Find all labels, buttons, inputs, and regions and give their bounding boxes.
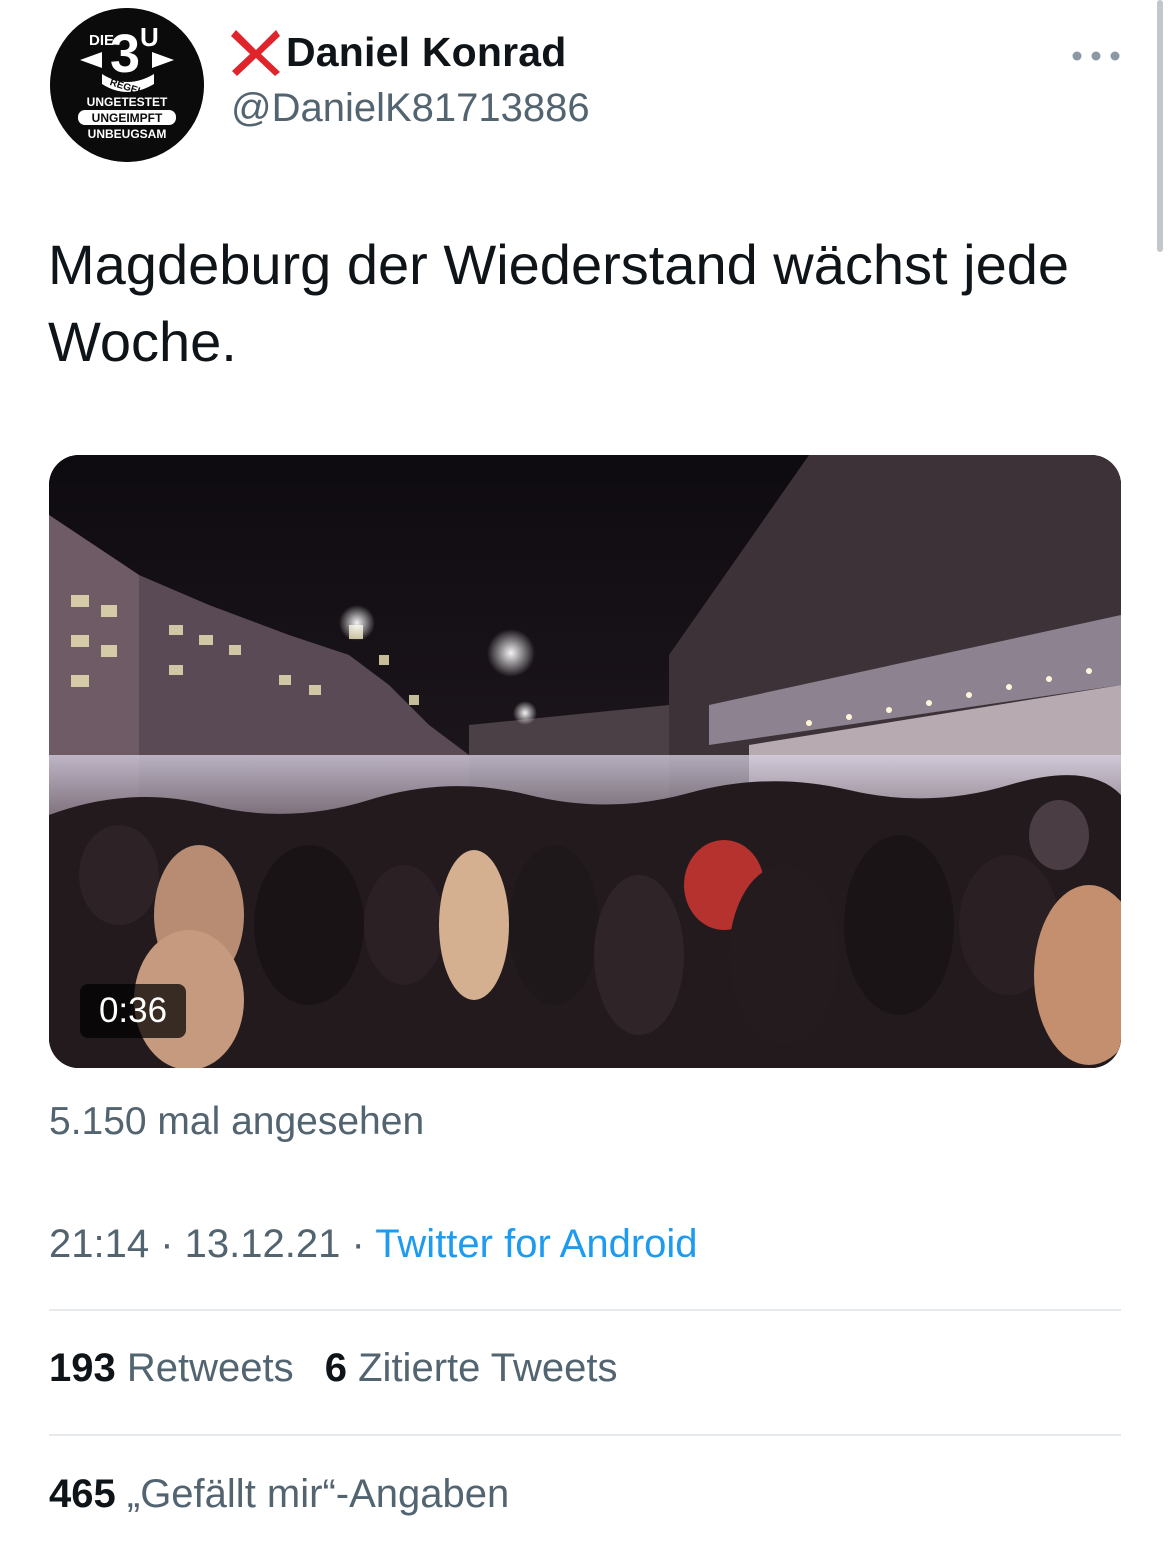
avatar-letter: U: [140, 22, 159, 52]
video-duration-badge: 0:36: [80, 984, 186, 1038]
author-name-row[interactable]: Daniel Konrad: [228, 24, 567, 80]
divider: [49, 1434, 1121, 1436]
video-player[interactable]: [49, 455, 1121, 1068]
avatar-logo: DIE 3 U REGEL UNGETESTET UNGEIMPFT UNBEU…: [50, 8, 204, 162]
quotes-stat[interactable]: 6 Zitierte Tweets: [325, 1346, 618, 1390]
video-thumbnail: [49, 455, 1121, 1068]
tweet-time[interactable]: 21:14: [49, 1222, 149, 1266]
tweet-meta: 21:14 · 13.12.21 · Twitter for Android: [49, 1222, 698, 1267]
red-x-icon: [231, 30, 280, 76]
likes-stat[interactable]: 465 „Gefällt mir“-Angaben: [49, 1472, 509, 1517]
likes-label: „Gefällt mir“-Angaben: [126, 1472, 510, 1516]
retweets-stat[interactable]: 193 Retweets: [49, 1346, 294, 1390]
tweet-source-link[interactable]: Twitter for Android: [375, 1222, 697, 1266]
retweets-label: Retweets: [126, 1346, 294, 1390]
author-handle[interactable]: @DanielK81713886: [231, 86, 590, 131]
scrollbar[interactable]: [1157, 0, 1163, 252]
avatar-line-2: UNGEIMPFT: [92, 111, 163, 125]
more-horizontal-icon: [1072, 51, 1120, 61]
meta-separator-1: ·: [149, 1222, 185, 1266]
tweet-date[interactable]: 13.12.21: [185, 1222, 341, 1266]
likes-count: 465: [49, 1472, 116, 1516]
avatar[interactable]: DIE 3 U REGEL UNGETESTET UNGEIMPFT UNBEU…: [50, 8, 204, 162]
tweet-text: Magdeburg der Wiederstand wächst jede Wo…: [48, 233, 1070, 373]
more-button[interactable]: [1066, 36, 1126, 76]
divider: [49, 1309, 1121, 1311]
avatar-number: 3: [110, 24, 140, 84]
quotes-label: Zitierte Tweets: [358, 1346, 618, 1390]
view-count[interactable]: 5.150 mal angesehen: [49, 1100, 424, 1144]
quotes-count: 6: [324, 1346, 347, 1390]
author-display-name[interactable]: Daniel Konrad: [286, 29, 567, 76]
meta-separator-2: ·: [340, 1222, 376, 1266]
avatar-line-3: UNBEUGSAM: [88, 127, 167, 141]
avatar-line-1: UNGETESTET: [87, 95, 168, 109]
retweet-stats-row: 193 Retweets 6 Zitierte Tweets: [49, 1346, 617, 1391]
retweets-count: 193: [49, 1346, 116, 1390]
